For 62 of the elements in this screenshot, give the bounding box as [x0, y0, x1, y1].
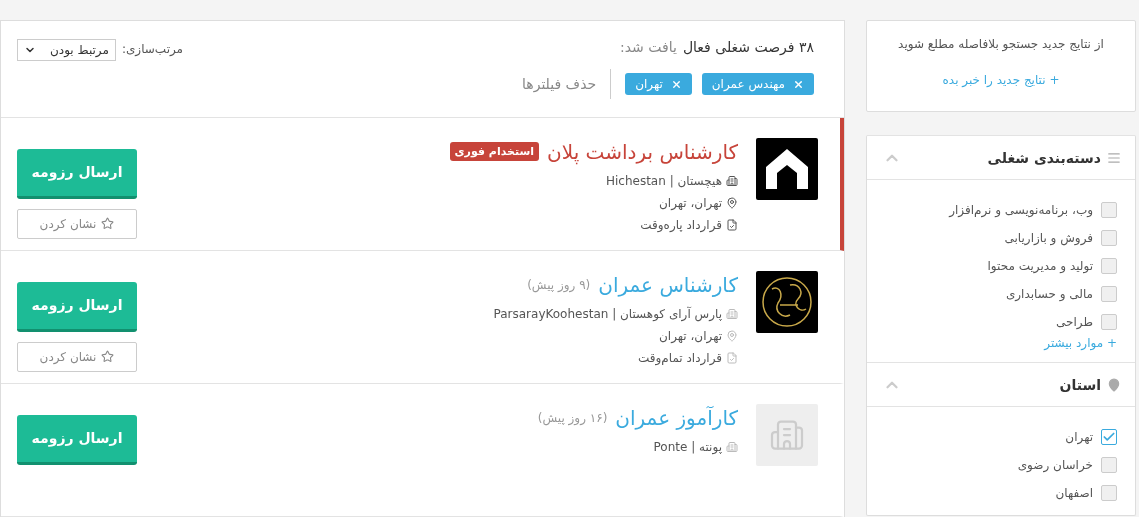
map-pin-icon	[1107, 377, 1121, 392]
checkbox[interactable]	[1101, 314, 1117, 330]
building-icon	[726, 307, 738, 320]
post-date: (۹ روز پیش)	[527, 277, 591, 292]
apply-button[interactable]: ارسال رزومه	[17, 414, 137, 465]
company-name: هیچستان | Hichestan	[605, 173, 722, 188]
filter-option[interactable]: اصفهان	[1055, 486, 1093, 500]
contract-type: قرارداد پاره‌وقت	[640, 217, 722, 232]
star-icon	[101, 350, 115, 364]
contract-type: قرارداد تمام‌وقت	[638, 350, 722, 365]
map-pin-icon	[726, 329, 738, 342]
notify-link[interactable]: + نتایج جدید را خبر بده	[942, 73, 1060, 87]
filter-header[interactable]: دسته‌بندی شغلی	[867, 135, 1135, 180]
results-label: یافت شد:	[620, 39, 677, 55]
job-title[interactable]: کارآموز عمران	[615, 405, 738, 430]
contract-icon	[726, 218, 738, 231]
building-icon	[726, 440, 738, 453]
more-link[interactable]: + موارد بیشتر	[867, 336, 1117, 350]
bookmark-button[interactable]: نشان کردن	[17, 341, 137, 372]
filter-option[interactable]: مالی و حسابداری	[1005, 287, 1093, 301]
results-count: ۳۸ فرصت شغلی فعال	[682, 39, 814, 55]
filter-tag[interactable]: مهندس عمران	[701, 73, 814, 95]
job-location: تهران، تهران	[659, 328, 722, 343]
contract-icon	[726, 351, 738, 364]
filter-option[interactable]: وب، برنامه‌نویسی و نرم‌افزار	[949, 203, 1093, 217]
checkbox[interactable]	[1101, 485, 1117, 501]
checkbox[interactable]	[1101, 429, 1117, 445]
company-name: پونته | Ponte	[653, 439, 722, 454]
clear-filters-link[interactable]: حذف فیلترها	[522, 76, 597, 92]
job-title[interactable]: کارشناس برداشت پلان	[547, 139, 738, 164]
job-location: تهران، تهران	[659, 195, 722, 210]
company-name: پارس آرای کوهستان | ParsarayKoohestan	[493, 306, 722, 321]
filter-option[interactable]: خراسان رضوی	[1017, 458, 1093, 472]
checkbox[interactable]	[1101, 457, 1117, 473]
filter-title: دسته‌بندی شغلی	[987, 149, 1101, 166]
bookmark-button[interactable]: نشان کردن	[17, 208, 137, 239]
filter-option[interactable]: تهران	[1065, 430, 1093, 444]
checkbox[interactable]	[1101, 202, 1117, 218]
house-icon	[764, 146, 810, 191]
apply-button[interactable]: ارسال رزومه	[17, 281, 137, 332]
filter-header[interactable]: استان	[867, 362, 1135, 407]
filter-tag[interactable]: تهران	[625, 73, 692, 95]
map-pin-icon	[726, 196, 738, 209]
menu-icon	[1107, 150, 1121, 165]
checkbox[interactable]	[1101, 258, 1117, 274]
urgent-badge: استخدام فوری	[449, 142, 540, 162]
filter-option[interactable]: تولید و مدیریت محتوا	[987, 259, 1093, 273]
filter-option[interactable]: فروش و بازاریابی	[1004, 231, 1093, 245]
sort-select[interactable]: مرتبط بودن	[17, 39, 116, 61]
checkbox[interactable]	[1101, 230, 1117, 246]
filter-title: استان	[1059, 376, 1101, 393]
job-title[interactable]: کارشناس عمران	[598, 272, 738, 297]
alert-text: از نتایج جدید جستجو بلافاصله مطلع شوید	[898, 37, 1104, 51]
filter-option[interactable]: طراحی	[1056, 315, 1093, 329]
apply-button[interactable]: ارسال رزومه	[17, 148, 137, 199]
checkbox[interactable]	[1101, 286, 1117, 302]
sort-label: مرتب‌سازی:	[121, 42, 184, 56]
star-icon	[101, 217, 115, 231]
remove-icon[interactable]	[793, 78, 804, 90]
remove-icon[interactable]	[670, 78, 682, 90]
post-date: (۱۶ روز پیش)	[537, 410, 608, 425]
building-icon	[726, 174, 738, 187]
